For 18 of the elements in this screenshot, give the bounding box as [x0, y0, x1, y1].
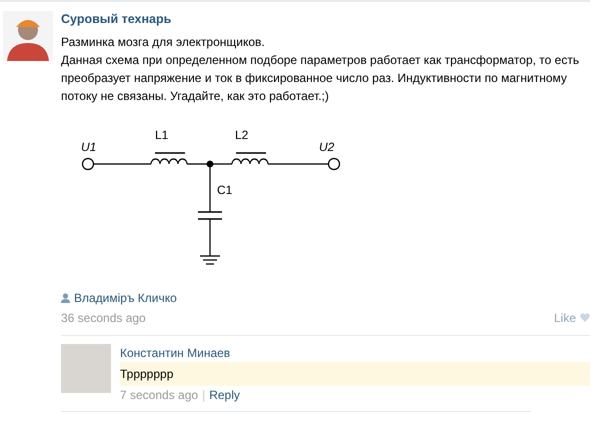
comment-time: 7 seconds ago	[120, 386, 198, 404]
author-name[interactable]: Суровый технарь	[61, 10, 600, 29]
circuit-label: U2	[319, 140, 334, 154]
commenter-name[interactable]: Константин Минаев	[120, 344, 590, 362]
circuit-label: C1	[217, 182, 232, 197]
photo-placeholder	[61, 344, 111, 393]
separator-text: |	[202, 386, 206, 404]
circuit-label: L2	[235, 128, 248, 142]
post-text: Разминка мозга для электронщиков.	[61, 34, 266, 51]
comment-text: Тррррррр	[120, 362, 590, 386]
reply-link[interactable]: Reply	[209, 386, 240, 404]
circuit-label: L1	[155, 128, 168, 142]
post-text: Данная схема при определенном подборе параметров работает как трансформатор, то есть преобразует напряжение и ток в фиксированное число раз. Индуктивности по магнитному потоку не связаны. Угадайте, как это работает.;)	[61, 52, 580, 105]
person-icon	[61, 292, 70, 303]
avatar-silhouette[interactable]	[3, 11, 53, 61]
circuit-label: U1	[81, 140, 96, 154]
liker-name[interactable]: Владимiръ Кличко	[74, 288, 177, 307]
post-time: 36 seconds ago	[61, 310, 146, 327]
